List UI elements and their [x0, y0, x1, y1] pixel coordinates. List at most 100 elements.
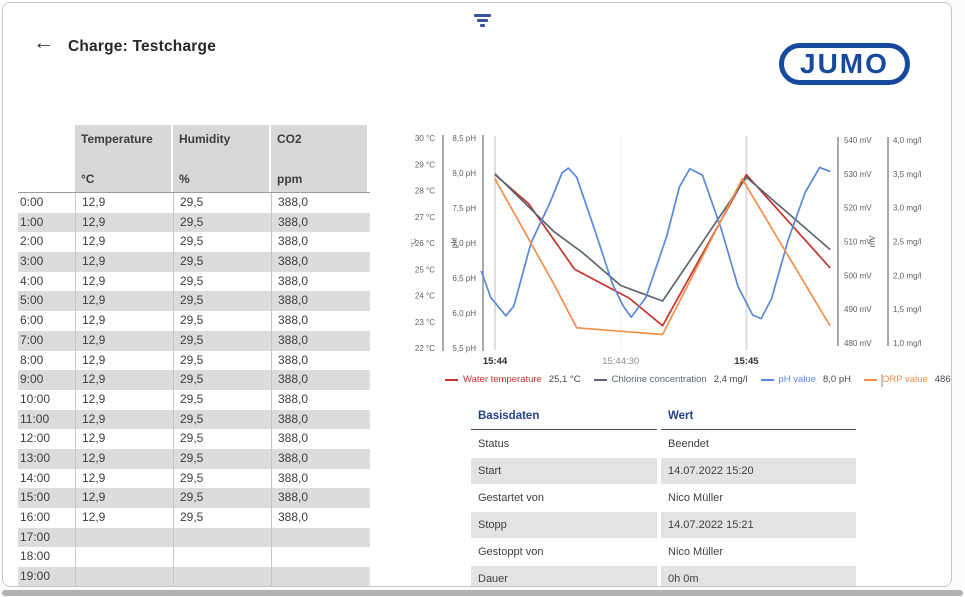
basisdaten-row: Gestartet vonNico Müller — [471, 485, 856, 511]
basisdaten-row: Start14.07.2022 15:20 — [471, 458, 856, 484]
table-cell: 388,0 — [271, 488, 369, 508]
table-cell: 388,0 — [271, 390, 369, 410]
table-cell-time: 1:00 — [18, 213, 75, 233]
legend-color-dash — [761, 379, 774, 381]
table-cell-time: 13:00 — [18, 449, 75, 469]
table-cell-time: 17:00 — [18, 528, 75, 548]
table-cell: 388,0 — [271, 449, 369, 469]
y-tick-label: 25 °C — [415, 265, 435, 274]
series-orp_value[interactable] — [495, 179, 830, 335]
table-cell-time: 0:00 — [18, 193, 75, 213]
basisdaten-row: Dauer0h 0m — [471, 566, 856, 587]
legend-item-value: 8,0 pH — [823, 374, 851, 385]
table-header-cell: CO2ppm — [271, 125, 367, 192]
table-cell: 388,0 — [271, 193, 369, 213]
table-cell — [271, 528, 369, 548]
table-cell: 12,9 — [75, 193, 173, 213]
legend-item[interactable]: Water temperature25,1 °C — [445, 374, 581, 385]
table-cell: 29,5 — [173, 272, 271, 292]
basisdaten-row: Stopp14.07.2022 15:21 — [471, 512, 856, 538]
legend-item[interactable]: Chlorine concentration2,4 mg/l — [594, 374, 748, 385]
y-axis-unit-label-mv: mV — [868, 235, 877, 248]
y-tick-label: 3,5 mg/l — [893, 170, 922, 179]
table-cell: 388,0 — [271, 370, 369, 390]
table-cell: 29,5 — [173, 429, 271, 449]
y-tick-label: 6,0 pH — [452, 309, 476, 318]
legend-color-dash — [594, 379, 607, 381]
table-cell: 12,9 — [75, 311, 173, 331]
column-unit: % — [179, 172, 269, 186]
legend-item-value: 486,5 mV — [935, 374, 952, 385]
table-cell-time: 3:00 — [18, 252, 75, 272]
table-row: 16:0012,929,5388,0 — [18, 508, 370, 528]
y-tick-label: 22 °C — [415, 344, 435, 353]
basisdaten-label-cell: Status — [471, 431, 657, 457]
y-tick-label: 24 °C — [415, 292, 435, 301]
table-cell: 12,9 — [75, 469, 173, 489]
series-chlorine_concentration[interactable] — [495, 174, 830, 301]
chart-canvas[interactable]: 15:4415:44:3015:4530 °C29 °C28 °C27 °C26… — [411, 121, 952, 371]
column-unit: °C — [81, 172, 171, 186]
legend-item[interactable]: ORP value486,5 mV — [864, 374, 952, 385]
basisdaten-value-cell: 14.07.2022 15:20 — [661, 458, 856, 484]
table-cell-time: 2:00 — [18, 232, 75, 252]
table-cell: 29,5 — [173, 252, 271, 272]
table-cell: 29,5 — [173, 469, 271, 489]
table-header-spacer — [18, 125, 75, 192]
table-header-cell: Humidity% — [173, 125, 269, 192]
y-tick-label: 480 mV — [844, 339, 872, 348]
table-row: 2:0012,929,5388,0 — [18, 232, 370, 252]
table-cell — [75, 528, 173, 548]
legend-item[interactable]: pH value8,0 pH — [761, 374, 852, 385]
table-cell: 29,5 — [173, 291, 271, 311]
y-tick-label: 1,0 mg/l — [893, 339, 922, 348]
table-cell-time: 10:00 — [18, 390, 75, 410]
column-name: Humidity — [179, 132, 269, 146]
basisdaten-value-cell: Nico Müller — [661, 485, 856, 511]
y-tick-label: 8,0 pH — [452, 169, 476, 178]
y-tick-label: 530 mV — [844, 170, 872, 179]
table-cell: 388,0 — [271, 311, 369, 331]
basisdaten-header-cell: Basisdaten — [471, 410, 657, 430]
app-card: ← Charge: Testcharge JUMO Temperature°CH… — [2, 2, 952, 587]
table-row: 4:0012,929,5388,0 — [18, 272, 370, 292]
back-button[interactable]: ← — [33, 33, 54, 53]
table-cell: 29,5 — [173, 410, 271, 430]
table-cell: 29,5 — [173, 370, 271, 390]
table-row: 15:0012,929,5388,0 — [18, 488, 370, 508]
table-cell: 29,5 — [173, 232, 271, 252]
table-cell: 29,5 — [173, 331, 271, 351]
y-tick-label: 2,5 mg/l — [893, 238, 922, 247]
table-cell: 29,5 — [173, 449, 271, 469]
legend-scrollbar[interactable] — [881, 374, 883, 387]
table-cell-time: 15:00 — [18, 488, 75, 508]
filter-bar-3 — [480, 24, 485, 27]
filter-bar-1 — [474, 14, 491, 17]
filter-list-icon[interactable] — [474, 14, 491, 27]
basisdaten-row: Gestoppt vonNico Müller — [471, 539, 856, 565]
basisdaten-table: BasisdatenWertStatusBeendetStart14.07.20… — [471, 410, 856, 587]
table-cell — [271, 547, 369, 567]
table-cell: 388,0 — [271, 331, 369, 351]
chart-legend: Water temperature25,1 °C Chlorine concent… — [445, 374, 952, 385]
y-tick-label: 520 mV — [844, 204, 872, 213]
legend-item-value: 25,1 °C — [549, 374, 581, 385]
y-tick-label: 29 °C — [415, 160, 435, 169]
table-row: 11:0012,929,5388,0 — [18, 410, 370, 430]
table-cell: 12,9 — [75, 351, 173, 371]
basisdaten-row: StatusBeendet — [471, 431, 856, 457]
table-cell: 12,9 — [75, 449, 173, 469]
table-row: 8:0012,929,5388,0 — [18, 351, 370, 371]
table-row: 1:0012,929,5388,0 — [18, 213, 370, 233]
table-cell: 29,5 — [173, 193, 271, 213]
y-tick-label: 27 °C — [415, 213, 435, 222]
table-header-cell: Temperature°C — [75, 125, 171, 192]
y-axis-unit-label-temp: °C — [411, 238, 418, 247]
table-cell: 388,0 — [271, 429, 369, 449]
filter-bar-2 — [477, 19, 488, 22]
table-cell: 12,9 — [75, 252, 173, 272]
y-tick-label: 8,5 pH — [452, 134, 476, 143]
series-ph_value[interactable] — [481, 167, 830, 318]
table-cell: 29,5 — [173, 311, 271, 331]
table-cell: 12,9 — [75, 390, 173, 410]
